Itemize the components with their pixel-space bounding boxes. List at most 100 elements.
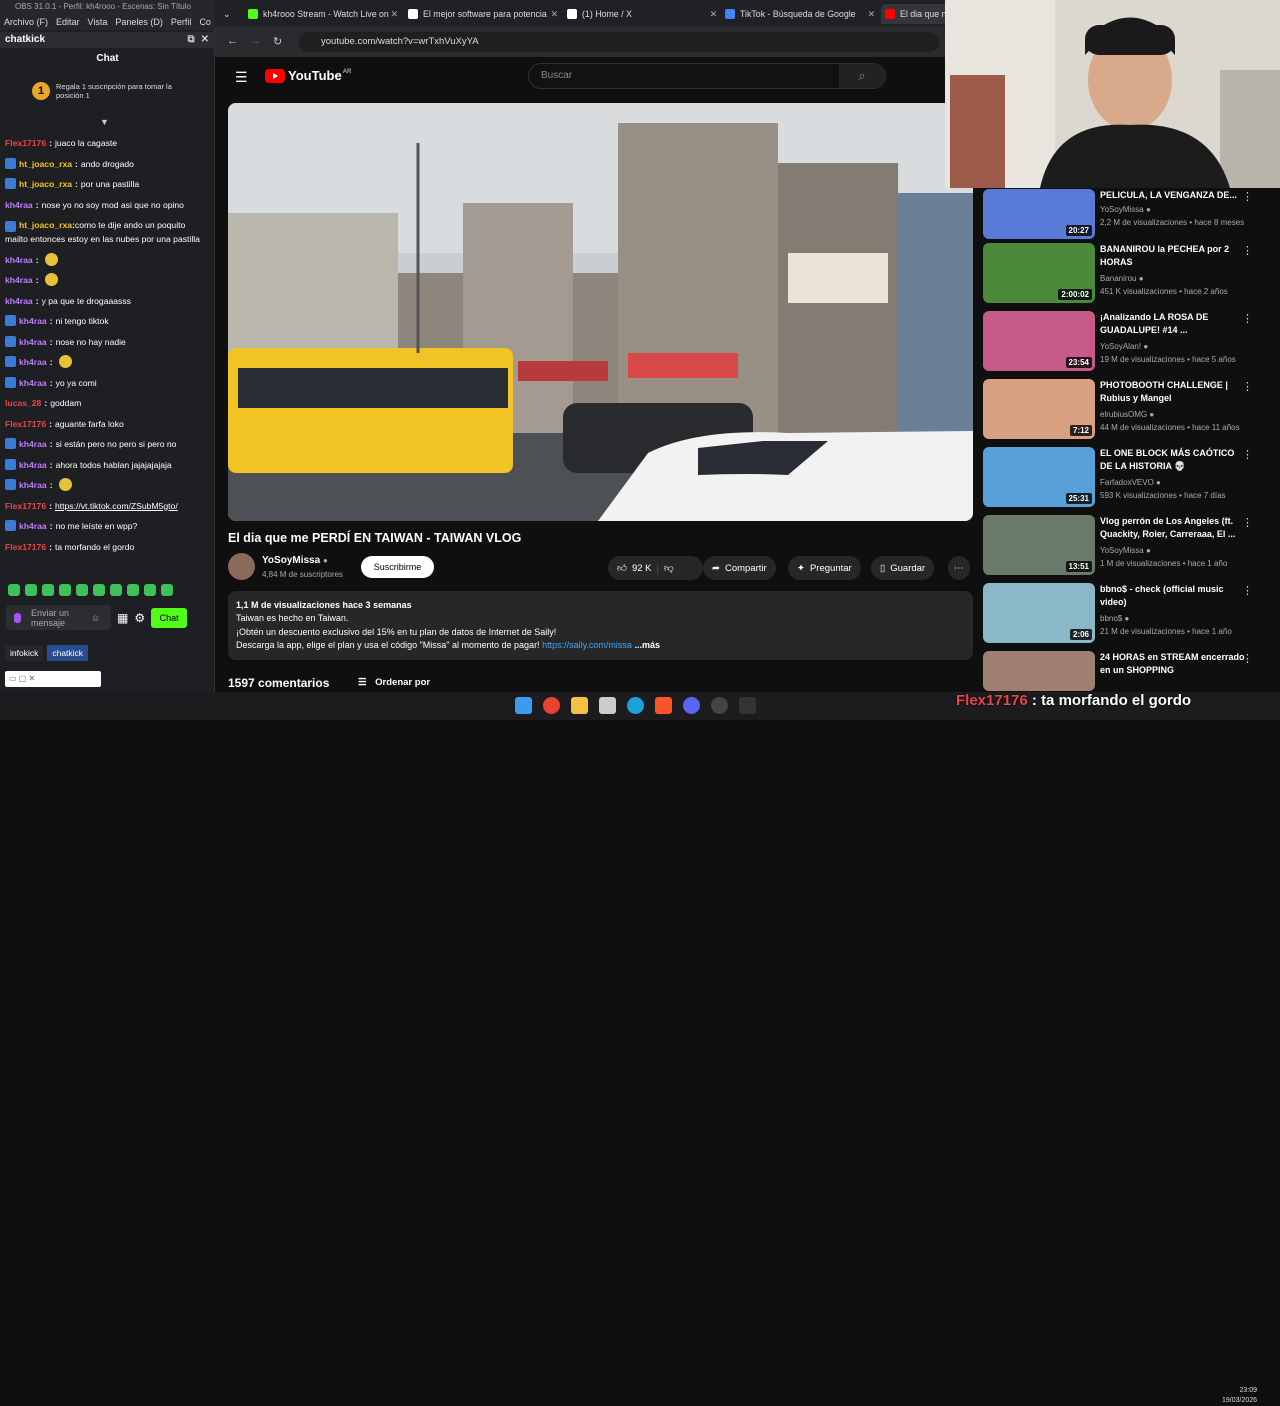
reload-icon[interactable]: ↻ [273,35,282,48]
video-title[interactable]: bbno$ - check (official music video) [1100,583,1245,609]
dislike-icon[interactable]: 👎︎ [664,562,674,574]
browser-tab[interactable]: TikTok - Búsqueda de Google ✕ [725,4,875,24]
video-thumbnail[interactable]: 13:51 [983,515,1095,575]
chat-username[interactable]: kh4raa [5,294,33,308]
window-controls[interactable]: ▭ ▢ ✕ [5,671,101,687]
chat-username[interactable]: kh4raa [19,376,47,390]
ask-button[interactable]: ✦ Preguntar [788,556,861,580]
share-button[interactable]: ➦ Compartir [703,556,776,580]
chat-username[interactable]: kh4raa [5,253,33,267]
sort-button[interactable]: ☰ Ordenar por [358,677,430,688]
discord-icon[interactable] [683,697,700,714]
video-channel[interactable]: Bananirou ● [1100,274,1144,283]
file-explorer-icon[interactable] [571,697,588,714]
undock-icon[interactable]: ⧉ [187,32,194,48]
more-icon[interactable]: ⋮ [1242,448,1253,461]
browser-tab[interactable]: (1) Home / X ✕ [567,4,717,24]
more-icon[interactable]: ⋮ [1242,312,1253,325]
chat-username[interactable]: kh4raa [19,458,47,472]
chat-username[interactable]: kh4raa [19,437,47,451]
browser-tab[interactable]: El mejor software para potencia ✕ [408,4,558,24]
more-icon[interactable]: ⋮ [1242,516,1253,529]
obs-menu-item[interactable]: Perfil [171,17,192,27]
emote-icon[interactable] [127,584,139,596]
recommended-video[interactable]: 25:31 EL ONE BLOCK MÁS CAÓTICO DE LA HIST… [983,447,1273,507]
video-title[interactable]: BANANIROU la PECHEA por 2 HORAS [1100,243,1245,269]
system-clock[interactable]: 23:09 19/03/2026 [1222,1386,1257,1406]
video-title[interactable]: Vlog perrón de Los Angeles (ft. Quackity… [1100,515,1245,541]
collapse-icon[interactable]: ▼ [100,117,109,127]
chat-username[interactable]: kh4raa [5,273,33,287]
chat-username[interactable]: kh4raa [19,314,47,328]
subscribe-button[interactable]: Suscribirme [361,556,434,578]
video-channel[interactable]: YoSoyAlan! ● [1100,342,1148,351]
more-icon[interactable]: ⋮ [1242,584,1253,597]
video-title[interactable]: EL ONE BLOCK MÁS CAÓTICO DE LA HISTORIA … [1100,447,1245,473]
like-count[interactable]: 92 K [632,563,652,574]
app-icon[interactable] [739,697,756,714]
edge-icon[interactable] [627,697,644,714]
video-channel[interactable]: YoSoyMissa ● [1100,546,1151,555]
desc-link[interactable]: https://saily.com/missa [542,640,632,650]
description-box[interactable]: 1,1 M de visualizaciones hace 3 semanas … [228,591,973,660]
video-title[interactable]: ¡Analizando LA ROSA DE GUADALUPE! #14 ..… [1100,311,1245,337]
obs-menu-item[interactable]: Co [199,17,211,27]
tab-chatkick[interactable]: chatkick [47,645,89,661]
browser-tab[interactable]: kh4rooo Stream - Watch Live on ✕ [248,4,398,24]
video-thumbnail[interactable]: 2:06 [983,583,1095,643]
recommended-video[interactable]: 23:54 ¡Analizando LA ROSA DE GUADALUPE! #… [983,311,1273,371]
settings-icon[interactable]: ⚙ [134,611,145,625]
show-more[interactable]: ...más [634,640,660,650]
video-title[interactable]: 24 HORAS en STREAM encerrado en un SHOPP… [1100,651,1245,677]
chat-username[interactable]: ht_joaco_rxa [19,220,72,230]
obs-menu-item[interactable]: Archivo (F) [4,17,48,27]
video-thumbnail[interactable]: 2:00:02 [983,243,1095,303]
tab-close-icon[interactable]: ✕ [710,9,717,20]
obs-icon[interactable] [711,697,728,714]
tab-close-icon[interactable]: ✕ [391,9,398,20]
emoji-icon[interactable]: ☺ [91,613,100,623]
search-button[interactable]: ⌕ [839,64,885,88]
recommended-video[interactable]: 24 HORAS en STREAM encerrado en un SHOPP… [983,651,1273,691]
chat-username[interactable]: Flex17176 [5,417,46,431]
video-channel[interactable]: YoSoyMissa ● [1100,205,1151,214]
chat-send-button[interactable]: Chat [151,607,188,628]
chat-username[interactable]: lucas_28 [5,396,41,410]
recommended-video[interactable]: 20:27 PELICULA, LA VENGANZA DE... YoSoyMis… [983,189,1273,243]
recommended-video[interactable]: 13:51 Vlog perrón de Los Angeles (ft. Qua… [983,515,1273,575]
more-button[interactable]: ⋯ [948,556,970,580]
close-icon[interactable]: ✕ [201,32,209,48]
more-icon[interactable]: ⋮ [1242,190,1253,203]
chat-username[interactable]: kh4raa [19,355,47,369]
like-icon[interactable]: 👍︎ [617,562,627,574]
emote-icon[interactable] [42,584,54,596]
emote-icon[interactable] [144,584,156,596]
emote-icon[interactable] [161,584,173,596]
emote-icon[interactable] [8,584,20,596]
obs-menu-item[interactable]: Vista [88,17,108,27]
tab-infokick[interactable]: infokick [5,645,44,661]
more-icon[interactable]: ⋮ [1242,652,1253,665]
tab-close-icon[interactable]: ✕ [551,9,558,20]
video-title[interactable]: PELICULA, LA VENGANZA DE... [1100,189,1245,202]
emote-icon[interactable] [59,584,71,596]
chat-username[interactable]: kh4raa [5,198,33,212]
more-icon[interactable]: ⋮ [1242,380,1253,393]
back-icon[interactable]: ← [227,35,238,48]
youtube-logo[interactable]: YouTube AR [265,68,351,83]
chat-username[interactable]: kh4raa [19,478,47,492]
obs-menu-item[interactable]: Paneles (D) [115,17,163,27]
chat-username[interactable]: kh4raa [19,335,47,349]
chrome-icon[interactable] [543,697,560,714]
video-thumbnail[interactable]: 23:54 [983,311,1095,371]
forward-icon[interactable]: → [250,35,261,48]
emote-icon[interactable] [93,584,105,596]
store-icon[interactable] [599,697,616,714]
video-channel[interactable]: bbno$ ● [1100,614,1129,623]
chat-username[interactable]: Flex17176 [5,540,46,554]
menu-icon[interactable]: ☰ [235,69,248,86]
video-thumbnail[interactable]: 7:12 [983,379,1095,439]
video-channel[interactable]: FarfadoxVEVO ● [1100,478,1161,487]
emote-icon[interactable] [110,584,122,596]
video-thumbnail[interactable] [983,651,1095,691]
